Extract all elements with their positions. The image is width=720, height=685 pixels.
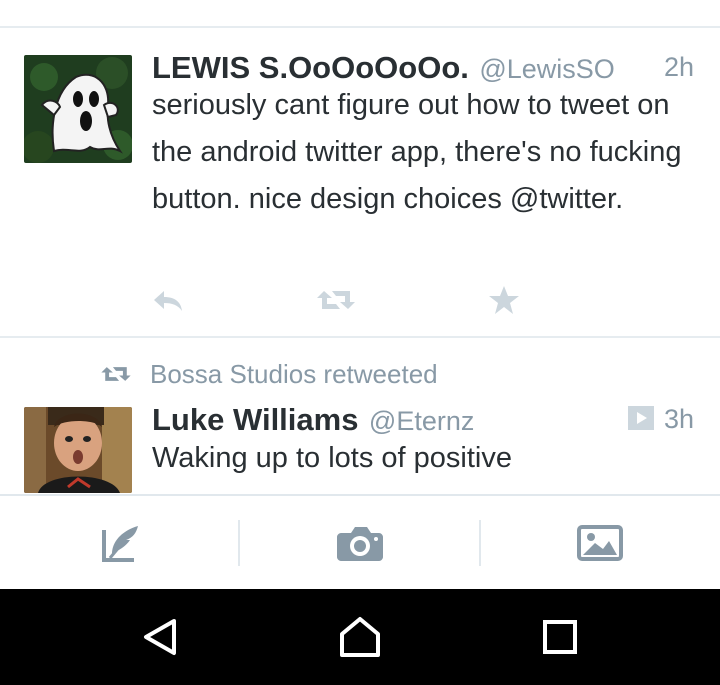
- tweet[interactable]: Bossa Studios retweeted Luke Williams @E…: [0, 340, 720, 494]
- tweet[interactable]: LEWIS S.OoOoOoOo. @LewisSO 2h seriously …: [0, 30, 720, 338]
- tweet-actions: [152, 282, 552, 318]
- camera-button[interactable]: [240, 496, 480, 589]
- recent-apps-button[interactable]: [500, 589, 620, 685]
- ghost-avatar[interactable]: [24, 55, 132, 163]
- photo-icon: [577, 524, 623, 561]
- retweet-icon: [101, 367, 131, 381]
- author-handle[interactable]: @Eternz: [369, 406, 474, 436]
- retweet-icon: [488, 0, 518, 4]
- tweet-time: 2h: [663, 52, 694, 82]
- back-icon: [144, 619, 176, 655]
- tweet-text: Waking up to lots of positive: [152, 442, 512, 474]
- tweet-time: 3h: [663, 404, 694, 434]
- person-avatar[interactable]: [24, 407, 132, 493]
- reply-button[interactable]: [152, 282, 184, 318]
- camera-icon: [337, 526, 383, 561]
- author-name[interactable]: Luke Williams: [152, 402, 358, 437]
- retweet-context: Bossa Studios retweeted: [100, 358, 438, 390]
- author-handle[interactable]: @LewisSO: [479, 54, 614, 84]
- compose-tweet-button[interactable]: [0, 496, 240, 589]
- compose-tweet-icon: [102, 525, 138, 562]
- favorite-button[interactable]: [488, 282, 520, 318]
- home-button[interactable]: [300, 589, 420, 685]
- tweet-header: Luke Williams @Eternz: [152, 402, 474, 438]
- back-button[interactable]: [100, 589, 220, 685]
- recent-apps-icon: [543, 620, 577, 654]
- tweet-header: LEWIS S.OoOoOoOo. @LewisSO: [152, 50, 615, 86]
- retweet-icon: [317, 291, 355, 309]
- photo-button[interactable]: [480, 496, 720, 589]
- tweet-text: seriously cant figure out how to tweet o…: [152, 89, 682, 215]
- home-icon: [340, 617, 380, 657]
- reply-icon: [154, 291, 182, 311]
- video-icon: [628, 406, 654, 430]
- retweet-button[interactable]: [316, 282, 356, 318]
- compose-bar: [0, 494, 720, 589]
- favorite-star-icon: [489, 286, 519, 314]
- android-navigation-bar: [0, 589, 720, 685]
- previous-tweet-edge: [0, 0, 720, 28]
- author-name[interactable]: LEWIS S.OoOoOoOo.: [152, 50, 469, 85]
- retweeted-by-label[interactable]: Bossa Studios retweeted: [150, 359, 438, 390]
